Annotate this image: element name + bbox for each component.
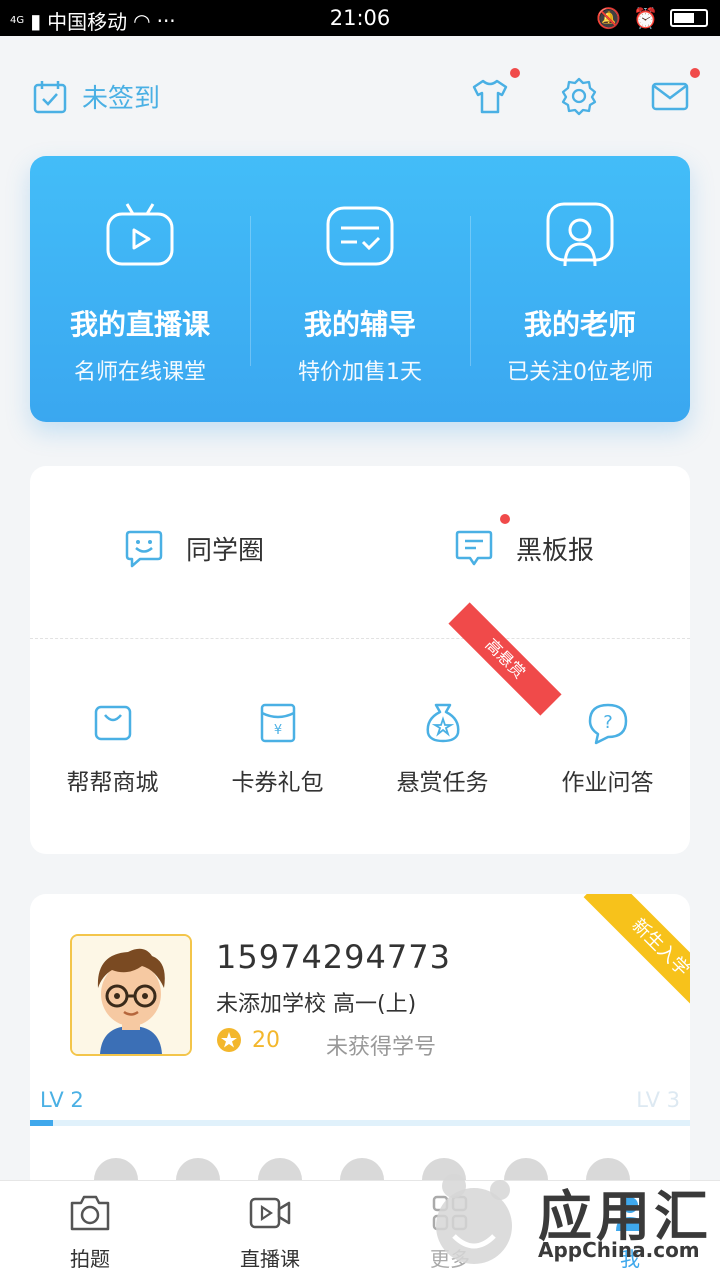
camera-icon	[70, 1195, 110, 1231]
tab-label: 我	[620, 1247, 640, 1271]
notification-dot	[500, 514, 510, 524]
my-tutoring[interactable]: 我的辅导 特价加售1天	[250, 156, 470, 422]
profile-card[interactable]: 15974294773 未添加学校 高一(上) 20 未获得学号 新生入学 LV…	[30, 894, 690, 1194]
service-label: 帮帮商城	[66, 770, 159, 796]
notification-dot	[510, 68, 520, 78]
battery-icon	[670, 9, 708, 27]
student-id: 未获得学号	[326, 1035, 437, 1060]
smile-chat-icon	[125, 530, 163, 568]
level-next: LV 3	[636, 1088, 680, 1112]
alarm-icon: ⏰	[633, 6, 658, 30]
card-subtitle: 已关注0位老师	[507, 360, 653, 385]
coin-count: 20	[252, 1027, 280, 1053]
card-title: 我的辅导	[303, 308, 416, 341]
tab-label: 更多	[430, 1247, 470, 1271]
grid-icon	[432, 1195, 468, 1231]
card-title: 我的直播课	[69, 308, 210, 341]
avatar-image	[72, 936, 190, 1054]
tv-play-icon	[106, 203, 174, 266]
card-title: 我的老师	[523, 308, 636, 341]
service-label: 作业问答	[561, 770, 654, 796]
features-card: 同学圈 黑板报 帮帮商城 ¥ 卡券礼包 悬赏任务 ? 作业问答 高悬赏	[30, 466, 690, 854]
card-subtitle: 特价加售1天	[298, 360, 422, 385]
svg-text:?: ?	[603, 712, 613, 733]
community-row: 同学圈 黑板报	[30, 466, 690, 638]
level-progress-bar	[30, 1120, 690, 1126]
service-label: 卡券礼包	[231, 770, 324, 796]
messages-button[interactable]	[650, 68, 700, 116]
checkin-label: 未签到	[82, 84, 161, 114]
tab-me[interactable]: 我	[540, 1181, 720, 1280]
mute-icon: 🔕	[596, 6, 622, 30]
notification-dot	[690, 68, 700, 78]
live-course-card: 我的直播课 名师在线课堂 我的辅导 特价加售1天 我的老师 已关注0位老师	[30, 156, 690, 422]
mall-button[interactable]: 帮帮商城	[30, 639, 195, 854]
tab-label: 直播课	[240, 1247, 300, 1271]
classmates-circle-label: 同学圈	[186, 535, 265, 566]
gear-icon	[561, 77, 597, 116]
services-grid: 帮帮商城 ¥ 卡券礼包 悬赏任务 ? 作业问答	[30, 639, 690, 854]
blackboard-icon	[455, 530, 493, 566]
person-icon	[616, 1197, 644, 1231]
tshirt-icon	[472, 79, 508, 114]
my-live-courses[interactable]: 我的直播课 名师在线课堂	[30, 156, 250, 422]
tab-live-course[interactable]: 直播课	[180, 1181, 360, 1280]
checkin-button[interactable]: 未签到	[32, 78, 160, 115]
star-coin-icon	[217, 1028, 241, 1052]
top-header: 未签到	[0, 36, 720, 146]
classmates-circle-button[interactable]: 同学圈	[124, 528, 264, 568]
checklist-icon	[326, 206, 394, 266]
video-icon	[249, 1197, 291, 1229]
level-progress-fill	[30, 1120, 54, 1126]
blackboard-label: 黑板报	[516, 535, 595, 566]
tab-photo-search[interactable]: 拍题	[0, 1181, 180, 1280]
settings-button[interactable]	[559, 76, 599, 116]
coupons-button[interactable]: ¥ 卡券礼包	[195, 639, 360, 854]
mail-icon	[651, 82, 689, 111]
calendar-icon	[33, 80, 67, 113]
newbie-ribbon[interactable]: 新生入学	[583, 894, 690, 1025]
coupon-icon: ¥	[260, 703, 296, 743]
dress-up-button[interactable]	[470, 68, 520, 116]
shopping-bag-icon	[94, 705, 132, 741]
money-bag-icon	[426, 703, 460, 743]
homework-qa-button[interactable]: ? 作业问答	[525, 639, 690, 854]
blackboard-button[interactable]: 黑板报	[454, 514, 595, 568]
service-label: 悬赏任务	[396, 770, 489, 796]
coin-balance[interactable]: 20	[216, 1027, 280, 1053]
tab-more[interactable]: 更多	[360, 1181, 540, 1280]
avatar[interactable]	[70, 934, 192, 1056]
bottom-nav: 拍题 直播课 更多 我	[0, 1180, 720, 1280]
tab-label: 拍题	[70, 1247, 110, 1271]
username: 15974294773	[216, 938, 451, 976]
teacher-icon	[546, 202, 614, 267]
status-bar: 4G ▮ 中国移动 ◠ ··· 21:06 🔕 ⏰	[0, 0, 720, 36]
level-current: LV 2	[40, 1088, 84, 1112]
school-grade[interactable]: 未添加学校 高一(上)	[216, 986, 416, 1018]
svg-text:¥: ¥	[274, 723, 282, 738]
my-teachers[interactable]: 我的老师 已关注0位老师	[470, 156, 690, 422]
card-subtitle: 名师在线课堂	[73, 360, 206, 385]
question-chat-icon: ?	[588, 703, 628, 745]
